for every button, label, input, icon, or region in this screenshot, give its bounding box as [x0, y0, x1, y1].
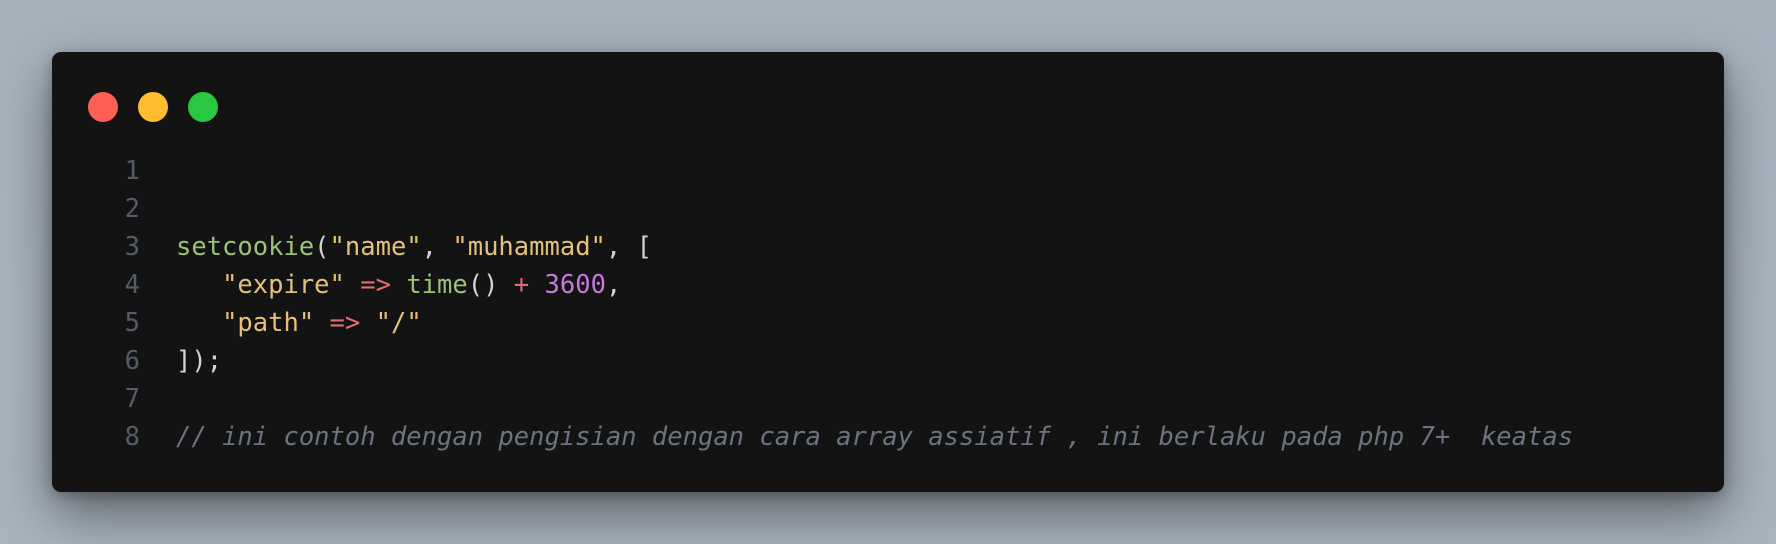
- line-number: 3: [124, 232, 140, 262]
- code-block: 1 2 3 setcookie("name", "muhammad", [ 4 …: [88, 152, 1704, 456]
- line-number: 2: [124, 194, 140, 224]
- code-line-8: 8 // ini contoh dengan pengisian dengan …: [88, 418, 1704, 456]
- string-literal: "muhammad": [452, 232, 606, 262]
- maximize-window-icon[interactable]: [188, 92, 218, 122]
- code-line-5: 5 "path" => "/": [88, 304, 1704, 342]
- punctuation: (: [314, 232, 330, 262]
- line-content: setcookie("name", "muhammad", [: [176, 228, 652, 266]
- number-literal: 3600: [544, 270, 606, 300]
- string-literal: "path": [222, 308, 315, 338]
- function-name: time: [406, 270, 468, 300]
- operator: +: [498, 270, 545, 300]
- code-line-3: 3 setcookie("name", "muhammad", [: [88, 228, 1704, 266]
- punctuation: ,: [421, 232, 453, 262]
- line-content: ]);: [176, 342, 222, 380]
- punctuation: ]);: [176, 346, 223, 376]
- line-number: 8: [124, 422, 140, 452]
- string-literal: "expire": [222, 270, 345, 300]
- line-number: 5: [124, 308, 140, 338]
- string-literal: "name": [329, 232, 422, 262]
- line-number: 7: [124, 384, 140, 414]
- line-number: 1: [124, 156, 140, 186]
- line-number: 4: [124, 270, 140, 300]
- code-line-4: 4 "expire" => time() + 3600,: [88, 266, 1704, 304]
- window-controls: [88, 92, 218, 122]
- code-line-2: 2: [88, 190, 1704, 228]
- code-line-7: 7: [88, 380, 1704, 418]
- close-window-icon[interactable]: [88, 92, 118, 122]
- line-number: 6: [124, 346, 140, 376]
- punctuation: (): [467, 270, 499, 300]
- minimize-window-icon[interactable]: [138, 92, 168, 122]
- line-content: // ini contoh dengan pengisian dengan ca…: [176, 418, 1573, 456]
- line-content: "path" => "/": [176, 304, 422, 342]
- function-name: setcookie: [176, 232, 315, 262]
- punctuation: , [: [605, 232, 652, 262]
- punctuation: ,: [605, 270, 622, 300]
- operator: =>: [314, 308, 376, 338]
- line-content: "expire" => time() + 3600,: [176, 266, 621, 304]
- string-literal: "/": [375, 308, 422, 338]
- code-window: 1 2 3 setcookie("name", "muhammad", [ 4 …: [52, 52, 1724, 492]
- operator: =>: [344, 270, 407, 300]
- code-comment: // ini contoh dengan pengisian dengan ca…: [176, 422, 1574, 452]
- code-line-6: 6 ]);: [88, 342, 1704, 380]
- code-line-1: 1: [88, 152, 1704, 190]
